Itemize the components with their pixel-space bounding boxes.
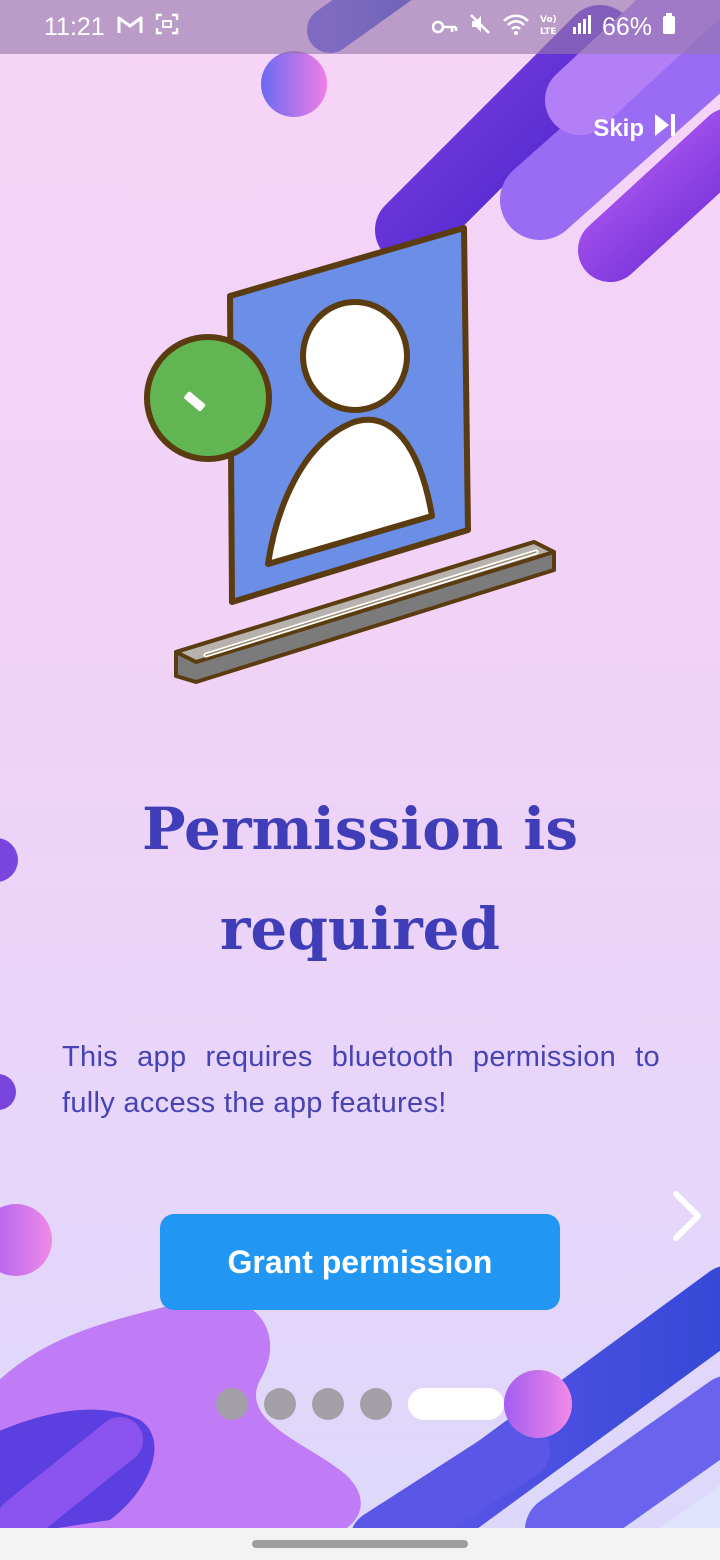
pagination-dot[interactable] <box>360 1388 392 1420</box>
status-time: 11:21 <box>44 12 105 41</box>
gmail-icon <box>117 13 143 42</box>
svg-text:LTE: LTE <box>540 27 557 36</box>
vpn-key-icon <box>431 13 458 42</box>
permission-illustration <box>140 220 570 700</box>
home-indicator[interactable] <box>252 1540 468 1548</box>
battery-icon <box>662 12 676 42</box>
grant-permission-button[interactable]: Grant permission <box>160 1214 560 1310</box>
pagination-dots <box>216 1388 504 1420</box>
battery-percentage: 66% <box>601 12 652 41</box>
status-bar: 11:21 Vo) LTE 66% <box>0 0 720 54</box>
mute-icon <box>468 12 492 43</box>
chevron-right-icon[interactable] <box>664 1188 708 1244</box>
skip-label: Skip <box>593 114 644 142</box>
pagination-dot[interactable] <box>216 1388 248 1420</box>
status-right: Vo) LTE 66% <box>431 12 676 43</box>
volte-icon: Vo) LTE <box>540 12 562 43</box>
pagination-dot[interactable] <box>264 1388 296 1420</box>
svg-text:Vo): Vo) <box>540 15 557 25</box>
page-title: Permission is required <box>142 795 578 963</box>
skip-next-icon <box>652 112 678 145</box>
skip-button[interactable]: Skip <box>593 112 678 145</box>
status-left: 11:21 <box>44 13 179 42</box>
screenshot-icon <box>155 13 179 42</box>
signal-icon <box>572 13 592 42</box>
permission-description: This app requires bluetooth permission t… <box>62 1041 660 1120</box>
pagination-dot[interactable] <box>312 1388 344 1420</box>
wifi-icon <box>502 12 530 43</box>
navigation-bar <box>0 1528 720 1560</box>
pagination-dot-active[interactable] <box>408 1388 504 1420</box>
